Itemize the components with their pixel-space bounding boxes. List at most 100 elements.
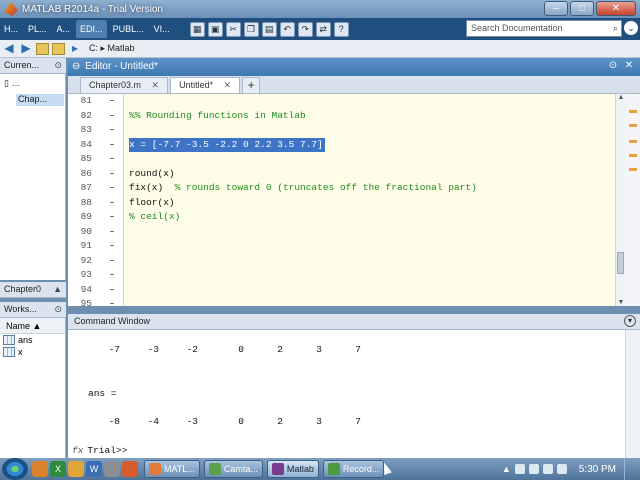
word-icon[interactable]: W xyxy=(86,461,102,477)
workspace-header[interactable]: Works... ⊙ xyxy=(0,302,66,318)
code-line[interactable]: 95 xyxy=(68,297,615,306)
current-path[interactable]: C: ▸ Matlab xyxy=(89,43,135,54)
up-folder-icon[interactable] xyxy=(52,42,65,55)
line-dash xyxy=(110,129,114,130)
cut-icon[interactable]: ✂ xyxy=(225,21,241,37)
current-folder-header[interactable]: Curren... ⊙ xyxy=(0,58,66,74)
firefox-icon[interactable] xyxy=(122,461,138,477)
close-button[interactable]: ✕ xyxy=(596,1,636,16)
line-number: 90 xyxy=(80,225,92,237)
code-line[interactable]: 84 x = [-7.7 -3.5 -2.2 0 2.2 3.5 7.7] xyxy=(68,137,615,152)
taskbar-app-onenote[interactable]: Matlab xyxy=(266,460,319,478)
network-icon[interactable] xyxy=(514,464,525,474)
tab-apps[interactable]: A... xyxy=(53,20,75,38)
onenote-icon xyxy=(271,463,284,475)
code-line[interactable]: 82 %% Rounding functions in Matlab xyxy=(68,109,615,124)
output-value: 7 xyxy=(355,416,361,427)
help-icon[interactable]: ? xyxy=(333,21,349,37)
switch-windows-icon[interactable]: ⇄ xyxy=(315,21,331,37)
warning-marker[interactable] xyxy=(629,154,637,157)
code-line[interactable]: 87 fix(x) % rounds toward 0 (truncates of… xyxy=(68,181,615,196)
tab-chapter03[interactable]: Chapter03.m ✕ xyxy=(80,77,169,93)
layout-icon[interactable]: ▦ xyxy=(189,21,205,37)
redo-icon[interactable]: ↷ xyxy=(297,21,313,37)
save-icon[interactable]: ▣ xyxy=(207,21,223,37)
excel-icon[interactable]: X xyxy=(50,461,66,477)
code-line[interactable]: 94 xyxy=(68,283,615,298)
command-window[interactable]: -7 -3 -2 0 2 3 7 ans = -8 -4 -3 0 2 3 7 fx Trial>> xyxy=(68,330,625,458)
flag-icon[interactable] xyxy=(556,464,567,474)
editor-close-icon[interactable]: ✕ xyxy=(622,59,636,73)
tab-publish[interactable]: PUBL... xyxy=(109,20,148,38)
panel-menu-icon[interactable]: ⊙ xyxy=(54,58,62,73)
workspace-menu-icon[interactable]: ⊙ xyxy=(54,302,62,317)
code-line[interactable]: 93 xyxy=(68,268,615,283)
code-line[interactable]: 90 xyxy=(68,225,615,240)
code-line[interactable]: 86 round(x) xyxy=(68,167,615,182)
battery-icon[interactable] xyxy=(528,464,539,474)
tab-view[interactable]: VI... xyxy=(150,20,174,38)
forward-arrow-icon[interactable]: ▶ xyxy=(19,42,33,56)
editor-menu-icon[interactable]: ⊙ xyxy=(606,59,620,73)
code-line[interactable]: 83 xyxy=(68,123,615,138)
paste-icon[interactable]: ▤ xyxy=(261,21,277,37)
taskbar-app-recorder[interactable]: Record... xyxy=(322,460,385,478)
code-line[interactable]: 89 % ceil(x) xyxy=(68,210,615,225)
code-editor[interactable]: 81 82 %% Rounding functions in Matlab 83 84 x… xyxy=(68,94,615,306)
taskbar-app-camtasia[interactable]: Camta... xyxy=(203,460,263,478)
tab-close-icon[interactable]: ✕ xyxy=(224,80,232,90)
workspace-var[interactable]: ans xyxy=(0,334,65,346)
window-title: MATLAB R2014a - Trial Version xyxy=(22,3,163,15)
folder-icon[interactable] xyxy=(32,461,48,477)
chrome-icon[interactable] xyxy=(68,461,84,477)
browse-folder-icon[interactable] xyxy=(36,42,49,55)
new-tab-button[interactable]: + xyxy=(242,77,261,93)
search-documentation-input[interactable]: Search Documentation ⌕ xyxy=(466,20,622,37)
copy-icon[interactable]: ❐ xyxy=(243,21,259,37)
code-line[interactable]: 91 xyxy=(68,239,615,254)
tray-expand-icon[interactable]: ▲ xyxy=(502,464,511,474)
code-analyzer-bar[interactable] xyxy=(625,94,640,306)
volume-icon[interactable] xyxy=(542,464,553,474)
taskbar-app-matlab[interactable]: MATL... xyxy=(144,460,200,478)
file-item[interactable]: Chap... xyxy=(16,94,64,106)
command-window-menu-icon[interactable]: ▾ xyxy=(624,315,636,327)
minimize-button[interactable]: – xyxy=(544,1,568,16)
command-scrollbar[interactable] xyxy=(625,330,640,458)
scroll-thumb[interactable] xyxy=(617,252,624,274)
code-line[interactable]: 81 xyxy=(68,94,615,109)
output-row: -8 -4 -3 0 2 3 7 xyxy=(68,416,625,430)
editor-collapse-icon[interactable]: ⊖ xyxy=(72,61,80,72)
clock[interactable]: 5:30 PM xyxy=(579,464,616,475)
output-value: 2 xyxy=(277,416,283,427)
collapse-details-icon[interactable]: ▲ xyxy=(53,282,62,297)
tab-home[interactable]: H... xyxy=(0,20,22,38)
undo-icon[interactable]: ↶ xyxy=(279,21,295,37)
taskbar-app-label: Record... xyxy=(342,464,380,474)
warning-marker[interactable] xyxy=(629,110,637,113)
editor-scrollbar[interactable]: ▲ ▼ xyxy=(615,94,625,306)
name-column-header[interactable]: Name ▲ xyxy=(0,318,65,334)
tab-untitled[interactable]: Untitled* ✕ xyxy=(170,77,241,93)
column-header[interactable]: ▯ … xyxy=(4,78,20,90)
tab-plots[interactable]: PL... xyxy=(24,20,51,38)
details-header[interactable]: Chapter0 ▲ xyxy=(0,282,66,298)
command-prompt[interactable]: fx Trial>> xyxy=(72,445,127,456)
tab-close-icon[interactable]: ✕ xyxy=(152,80,160,90)
tab-editor[interactable]: EDI... xyxy=(76,20,107,38)
fx-icon[interactable]: fx xyxy=(72,445,83,456)
code-line[interactable]: 92 xyxy=(68,254,615,269)
maximize-button[interactable]: □ xyxy=(570,1,594,16)
code-line[interactable]: 88 floor(x) xyxy=(68,196,615,211)
warning-marker[interactable] xyxy=(629,124,637,127)
start-button[interactable] xyxy=(2,458,28,480)
show-desktop-button[interactable] xyxy=(624,458,634,480)
tool-icon[interactable] xyxy=(104,461,120,477)
workspace-var[interactable]: x xyxy=(0,346,65,358)
warning-marker[interactable] xyxy=(629,168,637,171)
collapse-ribbon-icon[interactable]: ⌄ xyxy=(624,21,638,35)
warning-marker[interactable] xyxy=(629,140,637,143)
back-arrow-icon[interactable]: ◀ xyxy=(2,42,16,56)
taskbar-app-label: MATL... xyxy=(164,464,195,474)
code-line[interactable]: 85 xyxy=(68,152,615,167)
